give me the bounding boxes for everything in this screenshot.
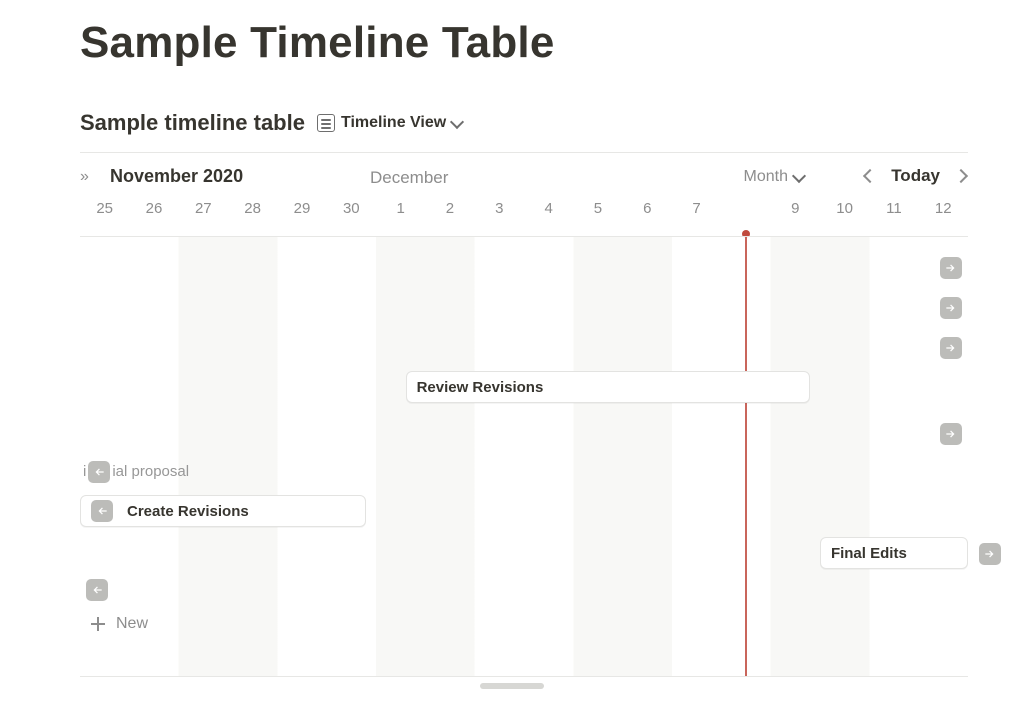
timeline-area[interactable]: Review Revisions iial proposal Create Revi… xyxy=(80,236,968,677)
header-divider xyxy=(80,152,968,153)
view-selector[interactable]: Timeline View xyxy=(317,114,466,132)
month-secondary-label: December xyxy=(370,168,448,188)
offscreen-left-indicator[interactable] xyxy=(86,579,108,601)
date-10[interactable]: 10 xyxy=(820,200,869,230)
offscreen-right-indicator[interactable] xyxy=(940,297,962,319)
date-strip: 252627282930123456789101112 xyxy=(80,200,968,230)
date-27[interactable]: 27 xyxy=(179,200,228,230)
timeline-card-title: Review Revisions xyxy=(417,379,544,396)
date-8[interactable]: 8 xyxy=(721,200,770,230)
arrow-left-icon xyxy=(91,500,113,522)
chevron-down-icon xyxy=(794,170,808,184)
today-button[interactable]: Today xyxy=(891,166,940,186)
date-29[interactable]: 29 xyxy=(277,200,326,230)
date-25[interactable]: 25 xyxy=(80,200,129,230)
date-7[interactable]: 7 xyxy=(672,200,721,230)
add-row-button[interactable]: New xyxy=(90,615,148,633)
offscreen-item-label[interactable]: iial proposal xyxy=(83,461,189,483)
range-selector[interactable]: Month xyxy=(744,168,808,186)
date-28[interactable]: 28 xyxy=(228,200,277,230)
range-selector-label: Month xyxy=(744,168,788,186)
date-1[interactable]: 1 xyxy=(376,200,425,230)
plus-icon xyxy=(90,616,106,632)
offscreen-right-indicator[interactable] xyxy=(940,423,962,445)
timeline-card[interactable]: Final Edits xyxy=(820,537,968,569)
offscreen-right-indicator[interactable] xyxy=(940,257,962,279)
timeline-card[interactable]: Review Revisions xyxy=(406,371,811,403)
horizontal-scrollbar-thumb[interactable] xyxy=(480,683,544,689)
date-3[interactable]: 3 xyxy=(475,200,524,230)
timeline-card-title: Final Edits xyxy=(831,545,907,562)
date-9[interactable]: 9 xyxy=(771,200,820,230)
timeline-card[interactable]: Create Revisions xyxy=(80,495,366,527)
date-12[interactable]: 12 xyxy=(919,200,968,230)
expand-sidebar-toggle[interactable]: » xyxy=(80,168,87,186)
offscreen-right-indicator[interactable] xyxy=(940,337,962,359)
table-title[interactable]: Sample timeline table xyxy=(80,110,305,136)
add-row-label: New xyxy=(116,615,148,633)
date-6[interactable]: 6 xyxy=(623,200,672,230)
date-11[interactable]: 11 xyxy=(869,200,918,230)
date-30[interactable]: 30 xyxy=(327,200,376,230)
page-title: Sample Timeline Table xyxy=(80,18,555,68)
timeline-icon xyxy=(317,114,335,132)
date-4[interactable]: 4 xyxy=(524,200,573,230)
timeline-card-title: Create Revisions xyxy=(127,503,249,520)
date-5[interactable]: 5 xyxy=(573,200,622,230)
prev-period-button[interactable] xyxy=(863,167,877,185)
month-primary-label: November 2020 xyxy=(110,166,243,187)
next-period-button[interactable] xyxy=(954,167,968,185)
view-selector-label: Timeline View xyxy=(341,114,446,132)
chevron-down-icon xyxy=(452,116,466,130)
date-26[interactable]: 26 xyxy=(129,200,178,230)
date-2[interactable]: 2 xyxy=(425,200,474,230)
arrow-right-icon[interactable] xyxy=(979,543,1001,565)
arrow-left-icon xyxy=(88,461,110,483)
